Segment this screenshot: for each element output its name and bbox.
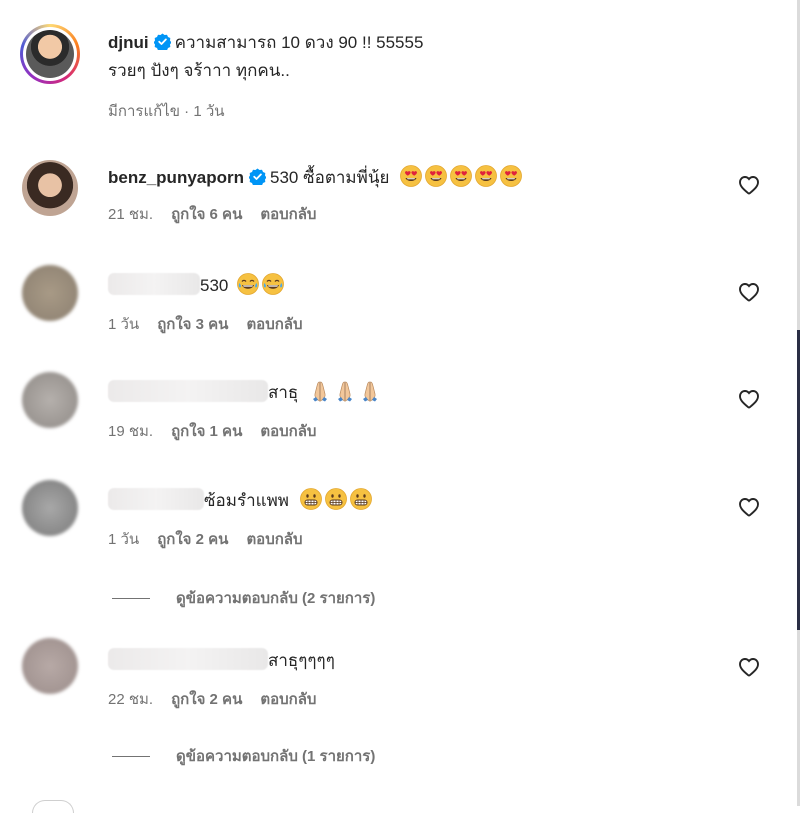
avatar[interactable]	[20, 24, 80, 84]
verified-badge-icon	[153, 33, 171, 50]
avatar[interactable]	[22, 480, 78, 536]
caption-username[interactable]: djnui	[108, 33, 149, 52]
blurred-username[interactable]	[108, 488, 204, 510]
avatar	[32, 800, 74, 813]
like-heart-icon[interactable]	[738, 656, 760, 678]
view-replies-button[interactable]: ดูข้อความตอบกลับ (2 รายการ)	[112, 586, 375, 610]
reply-button[interactable]: ตอบกลับ	[260, 687, 316, 711]
comment-text: สาธุ	[268, 383, 299, 402]
folded-hands-emoji	[337, 381, 353, 402]
reply-button[interactable]: ตอบกลับ	[246, 527, 302, 551]
comment-text: สาธุๆๆๆๆ	[268, 651, 335, 670]
heart-eyes-emoji	[500, 165, 523, 187]
grimacing-emoji	[299, 488, 322, 510]
comment-item: สาธุ 19 ชม. ถูกใจ 1 คน ตอบกลับ	[22, 370, 760, 450]
blurred-username[interactable]	[108, 380, 268, 402]
divider-line	[112, 597, 150, 599]
like-heart-icon[interactable]	[738, 174, 760, 196]
view-replies-label: ดูข้อความตอบกลับ (1 รายการ)	[176, 748, 376, 765]
like-heart-icon[interactable]	[738, 496, 760, 518]
avatar[interactable]	[22, 638, 78, 694]
view-replies-label: ดูข้อความตอบกลับ (2 รายการ)	[176, 590, 376, 607]
comment-likes[interactable]: ถูกใจ 6 คน	[171, 202, 242, 226]
comment-item: ซ้อมรำแพพ 1 วัน ถูกใจ 2 คน ตอบกลับ	[22, 478, 760, 558]
comment-item: benz_punyaporn 530 ซื้อตามพี่นุ้ย 21 ชม. ถ…	[22, 158, 760, 238]
reply-button[interactable]: ตอบกลับ	[260, 419, 316, 443]
avatar[interactable]	[22, 265, 78, 321]
comment-text: 530	[200, 276, 229, 295]
comment-item: 530 1 วัน ถูกใจ 3 คน ตอบกลับ	[22, 263, 760, 343]
comment-likes[interactable]: ถูกใจ 2 คน	[157, 527, 228, 551]
comment-likes[interactable]: ถูกใจ 2 คน	[171, 687, 242, 711]
comment-time[interactable]: 21 ชม.	[108, 202, 153, 226]
verified-badge-icon	[249, 168, 267, 185]
heart-eyes-emoji	[425, 165, 448, 187]
tears-of-joy-emoji	[237, 273, 260, 295]
comment-likes[interactable]: ถูกใจ 1 คน	[171, 419, 242, 443]
heart-eyes-emoji	[400, 165, 423, 187]
blurred-username[interactable]	[108, 648, 268, 670]
comment-item: สาธุๆๆๆๆ 22 ชม. ถูกใจ 2 คน ตอบกลับ	[22, 636, 760, 716]
like-heart-icon[interactable]	[738, 281, 760, 303]
comment-text: 530 ซื้อตามพี่นุ้ย	[270, 168, 390, 187]
folded-hands-emoji	[312, 381, 328, 402]
caption-text-line1: ความสามารถ 10 ดวง 90 !! 55555	[174, 33, 424, 52]
comment-time[interactable]: 22 ชม.	[108, 687, 153, 711]
caption-text-line2: รวยๆ ปังๆ จร้าาา ทุกคน..	[108, 61, 290, 80]
comment-likes[interactable]: ถูกใจ 3 คน	[157, 312, 228, 336]
caption-meta: มีการแก้ไข · 1 วัน	[108, 103, 225, 120]
avatar[interactable]	[22, 372, 78, 428]
grimacing-emoji	[349, 488, 372, 510]
comment-username[interactable]: benz_punyaporn	[108, 168, 244, 187]
reply-button[interactable]: ตอบกลับ	[246, 312, 302, 336]
heart-eyes-emoji	[450, 165, 473, 187]
comment-time[interactable]: 19 ชม.	[108, 419, 153, 443]
comment-time[interactable]: 1 วัน	[108, 527, 139, 551]
folded-hands-emoji	[362, 381, 378, 402]
avatar[interactable]	[22, 160, 78, 216]
divider-line	[112, 755, 150, 757]
view-replies-button[interactable]: ดูข้อความตอบกลับ (1 รายการ)	[112, 744, 375, 768]
reply-button[interactable]: ตอบกลับ	[260, 202, 316, 226]
comment-time[interactable]: 1 วัน	[108, 312, 139, 336]
tears-of-joy-emoji	[262, 273, 285, 295]
grimacing-emoji	[324, 488, 347, 510]
like-heart-icon[interactable]	[738, 388, 760, 410]
blurred-username[interactable]	[108, 273, 200, 295]
post-caption: djnui ความสามารถ 10 ดวง 90 !! 55555 รวยๆ …	[20, 24, 760, 120]
heart-eyes-emoji	[475, 165, 498, 187]
comment-text: ซ้อมรำแพพ	[204, 491, 289, 510]
